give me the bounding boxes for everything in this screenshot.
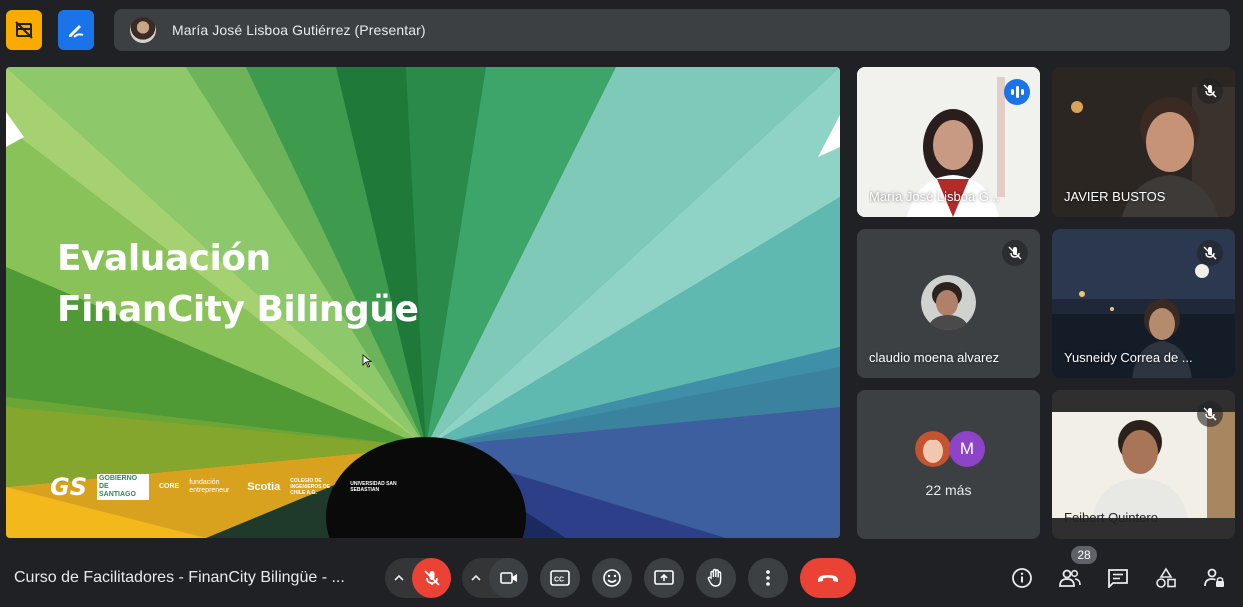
participant-initial-avatar: M xyxy=(949,431,985,467)
more-participants-label: 22 más xyxy=(925,482,972,498)
camera-toggle-button[interactable] xyxy=(489,558,528,598)
reactions-button[interactable] xyxy=(592,558,632,598)
presenter-name: María José Lisboa Gutiérrez (Presentar) xyxy=(172,22,426,38)
slide-title-line1: Evaluación xyxy=(57,238,271,279)
camera-options-chevron-icon[interactable] xyxy=(462,558,489,598)
presentation-slide: Evaluación FinanCity Bilingüe GS GOBIERN… xyxy=(6,67,840,538)
participant-avatar xyxy=(921,275,976,330)
hand-icon xyxy=(707,568,722,587)
participant-name: Yusneidy Correa de ... xyxy=(1064,350,1193,365)
meet-window: María José Lisboa Gutiérrez (Presentar) xyxy=(0,0,1243,607)
chat-button[interactable] xyxy=(1106,566,1130,590)
svg-text:CC: CC xyxy=(554,577,564,584)
participant-tile-feibert[interactable]: Feibert Quintero xyxy=(1052,390,1235,539)
mic-options-chevron-icon[interactable] xyxy=(385,558,412,598)
participant-name: claudio moena alvarez xyxy=(869,350,1000,365)
leave-call-button[interactable] xyxy=(800,558,856,598)
call-end-icon xyxy=(818,575,838,582)
more-options-button[interactable] xyxy=(748,558,788,598)
sponsor-logos: GS GOBIERNO DE SANTIAGO CORE fundación e… xyxy=(50,473,406,501)
mic-control-group xyxy=(385,558,451,598)
participant-tile-claudio[interactable]: claudio moena alvarez xyxy=(857,229,1040,378)
mic-off-icon xyxy=(424,570,440,586)
mic-off-icon xyxy=(1197,240,1223,266)
participant-avatar xyxy=(915,431,951,467)
more-vert-icon xyxy=(766,570,770,586)
presenter-avatar xyxy=(130,17,156,43)
people-icon xyxy=(1059,569,1081,587)
mic-off-icon xyxy=(1197,78,1223,104)
slide-title: Evaluación FinanCity Bilingüe xyxy=(57,233,419,335)
speaking-indicator-icon xyxy=(1004,79,1030,105)
gobierno-logo: GOBIERNO DE SANTIAGO xyxy=(96,474,149,500)
participant-tile-maria[interactable]: María José Lisboa G... xyxy=(857,67,1040,217)
mic-off-icon xyxy=(1002,240,1028,266)
emoji-icon xyxy=(603,569,621,587)
participant-count-badge: 28 xyxy=(1071,546,1097,564)
gs-logo: GS xyxy=(50,473,87,501)
captions-icon: CC xyxy=(550,570,570,586)
colegio-logo: COLEGIO DE INGENIEROS DE CHILE A.G. xyxy=(290,478,330,496)
core-logo: CORE xyxy=(158,483,180,490)
present-screen-icon xyxy=(654,570,674,585)
lock-person-icon xyxy=(1204,568,1224,587)
activities-shapes-icon xyxy=(1156,567,1176,588)
fundacion-logo: fundación entrepreneur xyxy=(189,479,230,494)
participant-name: Feibert Quintero xyxy=(1064,510,1158,525)
participant-tile-javier[interactable]: JAVIER BUSTOS xyxy=(1052,67,1235,217)
scotia-logo: Scotia xyxy=(247,481,281,493)
participant-name: JAVIER BUSTOS xyxy=(1064,189,1166,204)
mouse-cursor-icon xyxy=(362,354,372,368)
mic-toggle-button[interactable] xyxy=(412,558,451,598)
present-button[interactable] xyxy=(644,558,684,598)
camera-control-group xyxy=(462,558,528,598)
participant-tile-yusneidy[interactable]: Yusneidy Correa de ... xyxy=(1052,229,1235,378)
info-icon xyxy=(1012,568,1032,588)
people-button[interactable] xyxy=(1058,566,1082,590)
meeting-details-button[interactable] xyxy=(1010,566,1034,590)
no-recording-icon[interactable] xyxy=(6,10,42,50)
captions-button[interactable]: CC xyxy=(540,558,580,598)
universidad-logo: UNIVERSIDAD SAN SEBASTIAN xyxy=(350,481,397,493)
mic-off-icon xyxy=(1197,401,1223,427)
host-controls-button[interactable] xyxy=(1202,566,1226,590)
whiteboard-icon[interactable] xyxy=(58,10,94,50)
chat-icon xyxy=(1108,569,1128,588)
raise-hand-button[interactable] xyxy=(696,558,736,598)
more-participants-tile[interactable]: M 22 más xyxy=(857,390,1040,539)
participant-name: María José Lisboa G... xyxy=(869,189,1000,204)
meeting-title[interactable]: Curso de Facilitadores - FinanCity Bilin… xyxy=(14,569,345,587)
camera-icon xyxy=(499,572,517,584)
slide-title-line2: FinanCity Bilingüe xyxy=(57,289,419,330)
presenter-banner[interactable]: María José Lisboa Gutiérrez (Presentar) xyxy=(114,9,1230,51)
activities-button[interactable] xyxy=(1154,566,1178,590)
